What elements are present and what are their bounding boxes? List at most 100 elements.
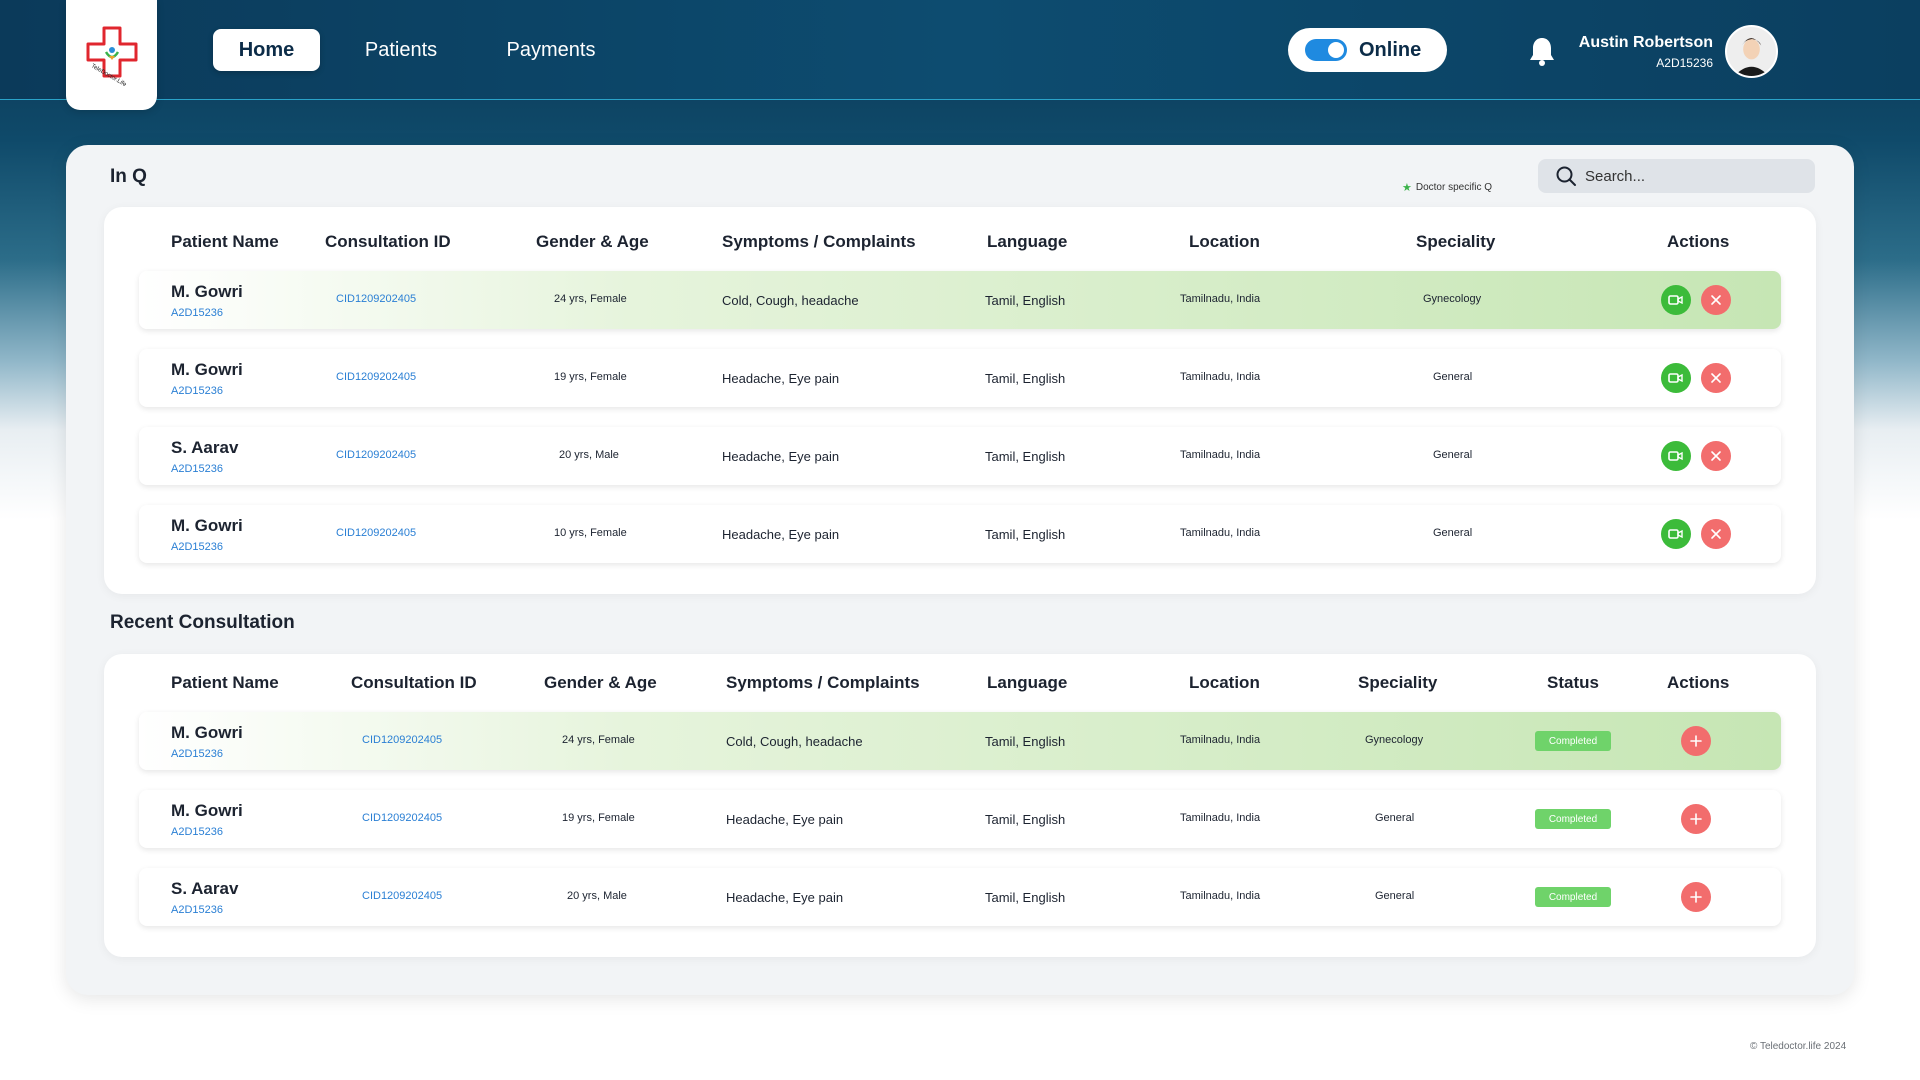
language: Tamil, English (985, 449, 1066, 464)
speciality: General (1375, 890, 1415, 902)
symptoms: Headache, Eye pain (722, 449, 840, 464)
consultation-id-link[interactable]: CID1209202405 (336, 293, 416, 305)
patient-id: A2D15236 (171, 541, 223, 553)
patient-name: M. Gowri (171, 723, 243, 742)
consultation-id-link[interactable]: CID1209202405 (336, 449, 416, 461)
online-status-toggle[interactable]: Online (1288, 28, 1447, 72)
video-call-button[interactable] (1661, 441, 1691, 471)
inq-table-row[interactable]: S. Aarav A2D15236 CID1209202405 20 yrs, … (139, 427, 1781, 485)
search-input[interactable] (1585, 167, 1805, 185)
reject-button[interactable] (1701, 285, 1731, 315)
close-icon (1711, 373, 1721, 383)
patient-id: A2D15236 (171, 748, 223, 760)
location: Tamilnadu, India (1180, 890, 1261, 902)
user-id: A2D15236 (1656, 56, 1713, 70)
teledoctor-logo[interactable]: TeleDoctor.Life (66, 0, 157, 110)
inq-table-row[interactable]: M. Gowri A2D15236 CID1209202405 19 yrs, … (139, 349, 1781, 407)
gender-age: 24 yrs, Female (554, 293, 627, 305)
recent-header-symptoms: Symptoms / Complaints (726, 673, 920, 692)
location: Tamilnadu, India (1180, 293, 1261, 305)
search-box[interactable] (1538, 159, 1815, 193)
inq-table-row[interactable]: M. Gowri A2D15236 CID1209202405 24 yrs, … (139, 271, 1781, 329)
svg-text:TeleDoctor.Life: TeleDoctor.Life (89, 63, 127, 88)
recent-header-gender-age: Gender & Age (544, 673, 657, 692)
video-call-icon (1668, 373, 1683, 383)
gender-age: 19 yrs, Female (554, 371, 627, 383)
plus-icon (1690, 735, 1702, 747)
speciality: Gynecology (1423, 293, 1482, 305)
close-icon (1711, 451, 1721, 461)
avatar[interactable] (1725, 25, 1778, 78)
video-call-icon (1668, 451, 1683, 461)
location: Tamilnadu, India (1180, 734, 1261, 746)
inq-header-actions: Actions (1667, 232, 1730, 251)
location: Tamilnadu, India (1180, 812, 1261, 824)
inq-header-language: Language (987, 232, 1068, 251)
patient-id: A2D15236 (171, 307, 223, 319)
language: Tamil, English (985, 812, 1066, 827)
user-name: Austin Robertson (1578, 34, 1713, 51)
star-icon: ★ (1402, 182, 1412, 194)
reject-button[interactable] (1701, 441, 1731, 471)
consultation-id-link[interactable]: CID1209202405 (362, 734, 442, 746)
recent-header-language: Language (987, 673, 1068, 692)
symptoms: Headache, Eye pain (722, 527, 840, 542)
inq-table-row[interactable]: M. Gowri A2D15236 CID1209202405 10 yrs, … (139, 505, 1781, 563)
patient-name: M. Gowri (171, 282, 243, 301)
recent-header-speciality: Speciality (1358, 673, 1438, 692)
inq-header-symptoms: Symptoms / Complaints (722, 232, 916, 251)
speciality: Gynecology (1365, 734, 1424, 746)
reject-button[interactable] (1701, 519, 1731, 549)
consultation-id-link[interactable]: CID1209202405 (336, 527, 416, 539)
add-button[interactable] (1681, 804, 1711, 834)
speciality: General (1375, 812, 1415, 824)
recent-table-row[interactable]: M. Gowri A2D15236 CID1209202405 24 yrs, … (139, 712, 1781, 770)
gender-age: 19 yrs, Female (562, 812, 635, 824)
plus-icon (1690, 813, 1702, 825)
recent-table-row[interactable]: S. Aarav A2D15236 CID1209202405 20 yrs, … (139, 868, 1781, 926)
video-call-button[interactable] (1661, 363, 1691, 393)
consultation-id-link[interactable]: CID1209202405 (362, 890, 442, 902)
video-call-icon (1668, 529, 1683, 539)
recent-header-patient-name: Patient Name (171, 673, 279, 692)
nav-payments-button[interactable]: Payments (496, 29, 606, 71)
add-button[interactable] (1681, 726, 1711, 756)
language: Tamil, English (985, 371, 1066, 386)
status-badge: Completed (1535, 731, 1611, 751)
patient-name: M. Gowri (171, 801, 243, 820)
teledoctor-logo-icon: TeleDoctor.Life (86, 26, 137, 88)
nav-patients-button[interactable]: Patients (345, 29, 457, 71)
location: Tamilnadu, India (1180, 449, 1261, 461)
patient-id: A2D15236 (171, 826, 223, 838)
recent-header-consultation-id: Consultation ID (351, 673, 477, 692)
gender-age: 20 yrs, Male (559, 449, 619, 461)
video-call-button[interactable] (1661, 519, 1691, 549)
close-icon (1711, 295, 1721, 305)
reject-button[interactable] (1701, 363, 1731, 393)
recent-table-row[interactable]: M. Gowri A2D15236 CID1209202405 19 yrs, … (139, 790, 1781, 848)
add-button[interactable] (1681, 882, 1711, 912)
video-call-icon (1668, 295, 1683, 305)
gender-age: 24 yrs, Female (562, 734, 635, 746)
inq-header-gender-age: Gender & Age (536, 232, 649, 251)
inq-header-location: Location (1189, 232, 1260, 251)
recent-header-status: Status (1547, 673, 1599, 692)
language: Tamil, English (985, 734, 1066, 749)
patient-name: S. Aarav (171, 879, 239, 898)
speciality: General (1433, 371, 1473, 383)
toggle-icon[interactable] (1305, 39, 1347, 61)
consultation-id-link[interactable]: CID1209202405 (336, 371, 416, 383)
doctor-specific-note: ★ Doctor specific Q (1402, 181, 1492, 194)
patient-name: M. Gowri (171, 360, 243, 379)
video-call-button[interactable] (1661, 285, 1691, 315)
language: Tamil, English (985, 293, 1066, 308)
speciality: General (1433, 527, 1473, 539)
in-q-title: In Q (110, 166, 147, 187)
footer-copyright: © Teledoctor.life 2024 (1750, 1041, 1847, 1052)
location: Tamilnadu, India (1180, 527, 1261, 539)
nav-home-button[interactable]: Home (213, 29, 320, 71)
consultation-id-link[interactable]: CID1209202405 (362, 812, 442, 824)
bell-icon[interactable] (1526, 34, 1558, 68)
symptoms: Cold, Cough, headache (722, 293, 859, 308)
patient-name: M. Gowri (171, 516, 243, 535)
